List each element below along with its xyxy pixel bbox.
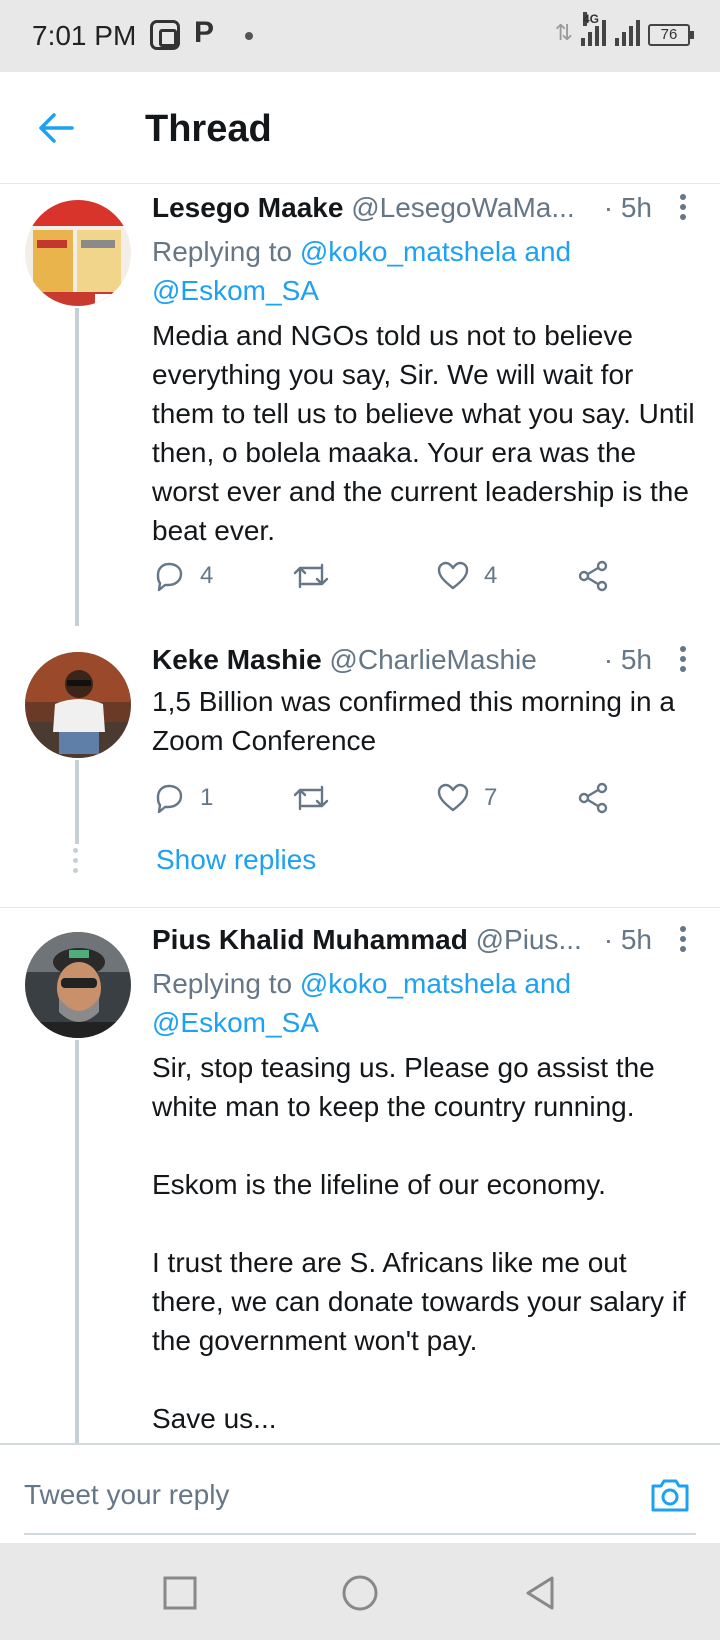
- share-button[interactable]: [576, 778, 610, 818]
- mention-link[interactable]: @koko_matshela and: [300, 236, 571, 267]
- replying-label: Replying to: [152, 968, 300, 999]
- author-handle[interactable]: @LesegoWaMa...: [351, 192, 574, 223]
- reply-button[interactable]: 1: [152, 778, 213, 818]
- input-underline: [24, 1533, 696, 1535]
- triangle-back-icon[interactable]: [520, 1573, 560, 1613]
- share-icon: [578, 560, 608, 592]
- replying-label: Replying to: [152, 236, 300, 267]
- battery-icon: 76: [648, 24, 694, 46]
- reply-icon: [156, 562, 183, 592]
- retweet-icon: [293, 563, 329, 589]
- show-replies-link[interactable]: Show replies: [156, 844, 316, 876]
- tweet-actions: 4 4: [152, 556, 632, 596]
- thread-line: [75, 1040, 79, 1443]
- more-vertical-icon[interactable]: [680, 194, 688, 224]
- author-name[interactable]: Lesego Maake: [152, 192, 343, 223]
- status-time: 7:01 PM: [32, 20, 137, 51]
- heart-icon: [437, 783, 469, 812]
- mention-link[interactable]: @Eskom_SA: [152, 275, 319, 306]
- tweet-time: · 5h: [597, 192, 652, 224]
- reply-count: 1: [200, 784, 214, 811]
- reply-composer: Tweet your reply: [0, 1443, 720, 1543]
- more-vertical-icon[interactable]: [680, 926, 688, 956]
- circle-icon[interactable]: [340, 1573, 380, 1613]
- top-bar: Thread: [0, 72, 720, 184]
- like-count: 7: [484, 784, 498, 811]
- author-handle[interactable]: @Pius...: [476, 924, 582, 955]
- reply-input[interactable]: Tweet your reply: [24, 1479, 229, 1511]
- author-handle[interactable]: @CharlieMashie: [329, 644, 536, 675]
- thread-dots: [73, 848, 79, 878]
- like-count: 4: [484, 562, 498, 589]
- arrow-left-icon[interactable]: [36, 108, 76, 148]
- reply-icon: [156, 784, 183, 814]
- reply-count: 4: [200, 562, 214, 589]
- square-icon[interactable]: [160, 1573, 200, 1613]
- tweet-header: Lesego Maake @LesegoWaMa... · 5h: [152, 192, 720, 232]
- mention-link[interactable]: @koko_matshela and: [300, 968, 571, 999]
- tweet-header: Pius Khalid Muhammad @Pius... · 5h: [152, 924, 720, 964]
- avatar[interactable]: [25, 200, 131, 306]
- mention-link[interactable]: @Eskom_SA: [152, 1007, 319, 1038]
- retweet-button[interactable]: [292, 778, 344, 818]
- share-icon: [578, 782, 608, 814]
- tweet-actions: 1 7: [152, 778, 632, 818]
- signal-icon: 4G: [581, 12, 640, 46]
- retweet-icon: [293, 785, 329, 811]
- like-button[interactable]: 4: [436, 556, 497, 596]
- tweet-pius[interactable]: Pius Khalid Muhammad @Pius... · 5h Reply…: [0, 908, 720, 1443]
- heart-icon: [437, 561, 469, 590]
- notification-p-icon: P: [194, 16, 215, 49]
- tweet-header: Keke Mashie @CharlieMashie · 5h: [152, 644, 720, 684]
- status-bar: 7:01 PM P ⇅ 4G 76: [0, 0, 720, 72]
- more-vertical-icon[interactable]: [680, 646, 688, 676]
- tweet-lesego[interactable]: Lesego Maake @LesegoWaMa... · 5h Replyin…: [0, 184, 720, 626]
- tweet-text: Media and NGOs told us not to believe ev…: [152, 320, 695, 546]
- replying-to: Replying to @koko_matshela and @Eskom_SA: [152, 964, 692, 1042]
- tweet-text: 1,5 Billion was confirmed this morning i…: [152, 686, 675, 756]
- network-type: 4G: [583, 12, 600, 26]
- thread-line: [75, 760, 79, 844]
- replying-to: Replying to @koko_matshela and @Eskom_SA: [152, 232, 692, 310]
- author-name[interactable]: Pius Khalid Muhammad: [152, 924, 468, 955]
- tweet-text: Sir, stop teasing us. Please go assist t…: [152, 1052, 686, 1434]
- share-button[interactable]: [576, 556, 610, 596]
- data-arrows-icon: ⇅: [554, 20, 573, 45]
- notification-app-icon: [150, 20, 180, 50]
- author-name[interactable]: Keke Mashie: [152, 644, 322, 675]
- retweet-button[interactable]: [292, 556, 344, 596]
- system-nav-bar: [0, 1543, 720, 1640]
- notification-dot-icon: [245, 32, 253, 40]
- like-button[interactable]: 7: [436, 778, 497, 818]
- status-indicators: ⇅ 4G 76: [554, 12, 694, 46]
- page-title: Thread: [145, 108, 272, 150]
- thread-line: [75, 308, 79, 626]
- reply-button[interactable]: 4: [152, 556, 213, 596]
- tweet-time: · 5h: [597, 924, 652, 956]
- tweet-time: · 5h: [597, 644, 652, 676]
- tweet-keke[interactable]: Keke Mashie @CharlieMashie · 5h 1,5 Bill…: [0, 626, 720, 906]
- camera-icon[interactable]: [648, 1473, 692, 1517]
- avatar[interactable]: [25, 932, 131, 1038]
- avatar[interactable]: [25, 652, 131, 758]
